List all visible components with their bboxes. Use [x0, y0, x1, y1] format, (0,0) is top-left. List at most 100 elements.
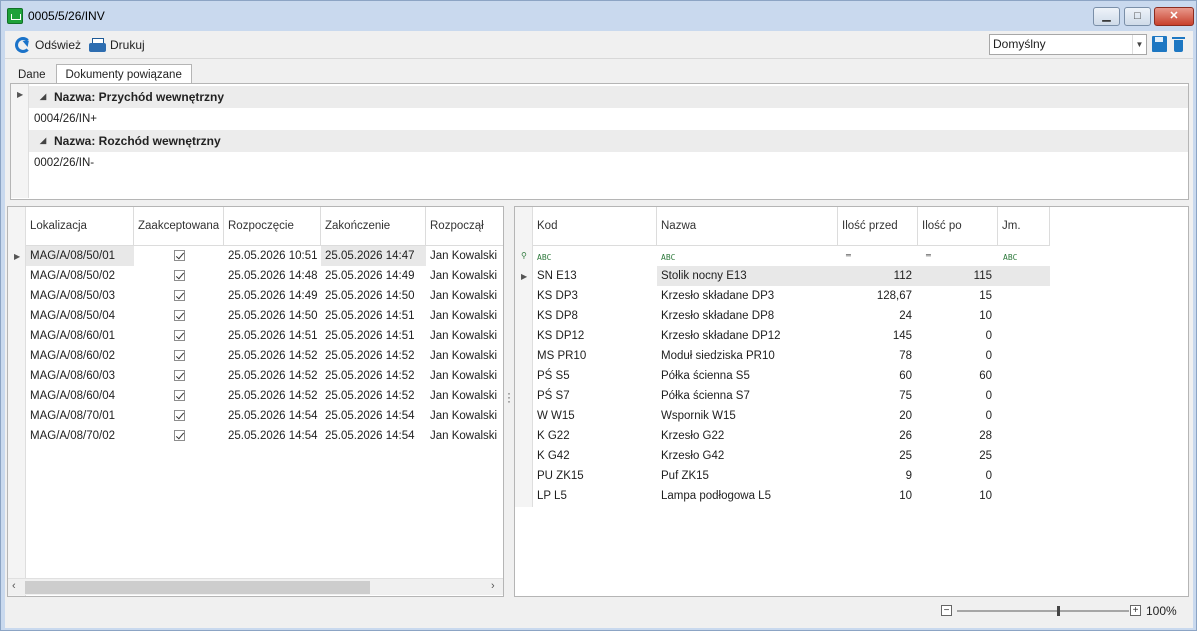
table-cell[interactable]: Wspornik W15 [657, 406, 838, 426]
accepted-checkbox[interactable] [174, 310, 185, 321]
save-layout-icon[interactable] [1152, 36, 1167, 52]
table-cell[interactable]: 0 [918, 346, 998, 366]
collapse-icon[interactable]: ◢ [40, 86, 46, 108]
table-cell[interactable]: SN E13 [533, 266, 657, 286]
table-cell[interactable]: 28 [918, 426, 998, 446]
table-cell[interactable]: 115 [918, 266, 998, 286]
column-header-lokalizacja[interactable]: Lokalizacja [26, 207, 134, 246]
collapse-icon[interactable]: ◢ [40, 130, 46, 152]
table-cell[interactable]: 26 [838, 426, 918, 446]
filter-text-icon[interactable]: ABC [1003, 253, 1017, 262]
column-header-ilosc-przed[interactable]: Ilość przed [838, 207, 918, 246]
delete-layout-icon[interactable] [1172, 36, 1185, 52]
table-cell[interactable]: 128,67 [838, 286, 918, 306]
horizontal-scrollbar[interactable]: ‹ › [8, 578, 503, 595]
table-cell[interactable]: KS DP8 [533, 306, 657, 326]
maximize-button[interactable]: □ [1124, 7, 1151, 26]
table-cell[interactable]: Lampa podłogowa L5 [657, 486, 838, 506]
filter-equals-icon[interactable]: ═ [846, 251, 851, 260]
scroll-right-icon[interactable]: › [491, 580, 495, 592]
accepted-checkbox[interactable] [174, 270, 185, 281]
table-cell[interactable]: PŚ S7 [533, 386, 657, 406]
accepted-checkbox[interactable] [174, 330, 185, 341]
table-cell[interactable]: 10 [838, 486, 918, 506]
table-cell[interactable]: MS PR10 [533, 346, 657, 366]
table-cell[interactable]: KS DP3 [533, 286, 657, 306]
tab-dokumenty-powiazane[interactable]: Dokumenty powiązane [55, 64, 192, 84]
column-header-zaakceptowana[interactable]: Zaakceptowana [134, 207, 224, 246]
table-cell[interactable]: K G22 [533, 426, 657, 446]
tab-dane[interactable]: Dane [8, 64, 56, 84]
scroll-left-icon[interactable]: ‹ [12, 580, 16, 592]
scrollbar-thumb[interactable] [25, 581, 370, 594]
table-cell[interactable]: PŚ S5 [533, 366, 657, 386]
splitter-grip[interactable]: · · · [507, 387, 511, 407]
table-cell[interactable] [998, 266, 1050, 286]
table-cell[interactable]: 20 [838, 406, 918, 426]
table-cell[interactable]: 24 [838, 306, 918, 326]
table-cell[interactable]: 78 [838, 346, 918, 366]
filter-pin-icon[interactable]: ⚲ [521, 251, 527, 260]
table-cell[interactable]: 0 [918, 326, 998, 346]
filter-text-icon[interactable]: ABC [661, 253, 675, 262]
table-cell[interactable]: Puf ZK15 [657, 466, 838, 486]
chevron-down-icon[interactable]: ▼ [1132, 35, 1146, 54]
group-row[interactable]: ◢ Nazwa: Przychód wewnętrzny [29, 86, 1188, 108]
group-row[interactable]: ◢ Nazwa: Rozchód wewnętrzny [29, 130, 1188, 152]
table-cell[interactable]: LP L5 [533, 486, 657, 506]
column-header-kod[interactable]: Kod [533, 207, 657, 246]
table-cell[interactable]: 9 [838, 466, 918, 486]
table-cell[interactable]: PU ZK15 [533, 466, 657, 486]
table-cell[interactable]: 60 [918, 366, 998, 386]
layout-select[interactable]: Domyślny ▼ [989, 34, 1147, 55]
table-cell[interactable]: Krzesło składane DP12 [657, 326, 838, 346]
table-cell[interactable]: Krzesło G22 [657, 426, 838, 446]
table-cell[interactable]: KS DP12 [533, 326, 657, 346]
column-header-rozpoczecie[interactable]: Rozpoczęcie [224, 207, 321, 246]
table-cell[interactable]: Moduł siedziska PR10 [657, 346, 838, 366]
table-cell[interactable]: 75 [838, 386, 918, 406]
table-cell[interactable]: 112 [838, 266, 918, 286]
column-header-ilosc-po[interactable]: Ilość po [918, 207, 998, 246]
accepted-checkbox[interactable] [174, 410, 185, 421]
table-cell[interactable]: K G42 [533, 446, 657, 466]
table-cell[interactable]: 25 [838, 446, 918, 466]
table-cell[interactable]: 10 [918, 486, 998, 506]
close-button[interactable]: ✕ [1154, 7, 1194, 26]
filter-text-icon[interactable]: ABC [537, 253, 551, 262]
table-cell[interactable]: 0 [918, 466, 998, 486]
table-cell[interactable]: Półka ścienna S7 [657, 386, 838, 406]
zoom-in-button[interactable]: + [1130, 605, 1141, 616]
accepted-checkbox[interactable] [174, 250, 185, 261]
accepted-checkbox[interactable] [174, 350, 185, 361]
refresh-button[interactable]: Odśwież [15, 36, 81, 54]
related-document-link[interactable]: 0004/26/IN+ [29, 108, 1188, 130]
filter-equals-icon[interactable]: ═ [926, 251, 931, 260]
zoom-out-button[interactable]: − [941, 605, 952, 616]
table-cell[interactable]: Krzesło G42 [657, 446, 838, 466]
table-cell[interactable]: 0 [918, 386, 998, 406]
column-header-rozpoczal[interactable]: Rozpoczął [426, 207, 503, 246]
table-cell[interactable]: 0 [918, 406, 998, 426]
column-header-nazwa[interactable]: Nazwa [657, 207, 838, 246]
table-cell[interactable]: 25 [918, 446, 998, 466]
table-cell[interactable]: W W15 [533, 406, 657, 426]
table-cell[interactable]: Półka ścienna S5 [657, 366, 838, 386]
table-cell[interactable]: Krzesło składane DP8 [657, 306, 838, 326]
zoom-slider-thumb[interactable] [1057, 606, 1060, 616]
table-cell[interactable]: 10 [918, 306, 998, 326]
table-cell[interactable]: Krzesło składane DP3 [657, 286, 838, 306]
accepted-checkbox[interactable] [174, 370, 185, 381]
zoom-slider[interactable] [957, 606, 1129, 616]
print-button[interactable]: Drukuj [89, 36, 145, 54]
minimize-button[interactable]: ▁ [1093, 7, 1120, 26]
accepted-checkbox[interactable] [174, 290, 185, 301]
table-cell[interactable]: 60 [838, 366, 918, 386]
accepted-checkbox[interactable] [174, 390, 185, 401]
related-document-link[interactable]: 0002/26/IN- [29, 152, 1188, 174]
table-cell[interactable]: 15 [918, 286, 998, 306]
accepted-checkbox[interactable] [174, 430, 185, 441]
table-cell[interactable]: Stolik nocny E13 [657, 266, 838, 286]
table-cell[interactable]: 145 [838, 326, 918, 346]
column-header-jm[interactable]: Jm. [998, 207, 1050, 246]
